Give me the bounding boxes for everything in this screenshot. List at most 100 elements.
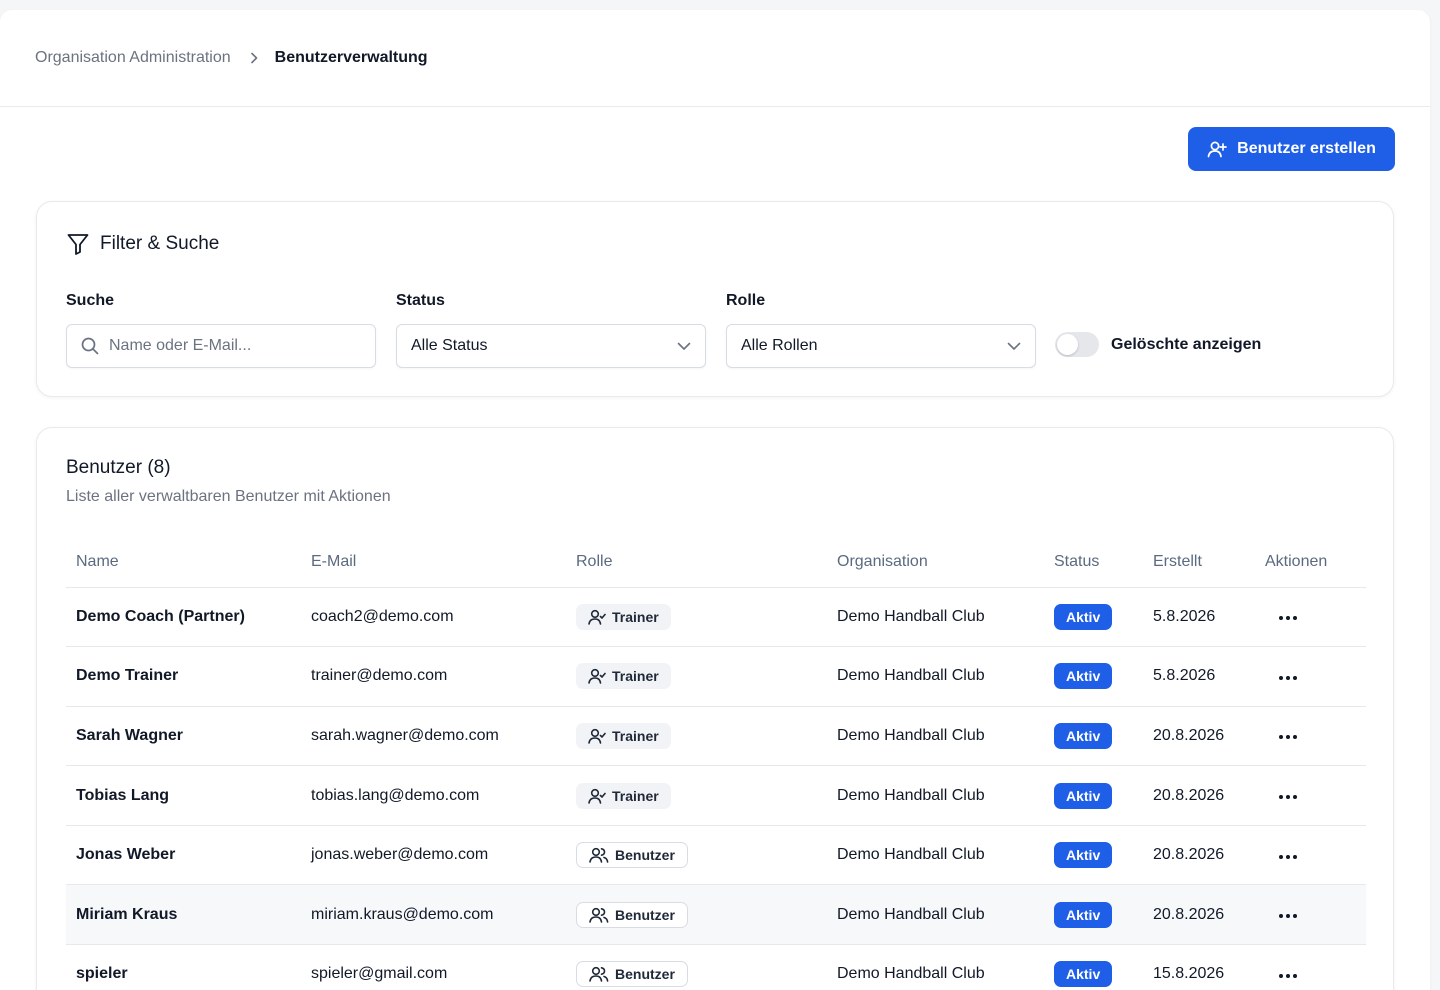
user-status-cell: Aktiv [1044, 884, 1143, 946]
more-actions-icon[interactable] [1277, 610, 1299, 626]
user-organisation: Demo Handball Club [827, 884, 1044, 946]
user-actions-cell [1255, 646, 1366, 707]
status-badge: Aktiv [1054, 961, 1113, 988]
create-user-button[interactable]: Benutzer erstellen [1188, 127, 1395, 171]
status-badge: Aktiv [1054, 842, 1113, 869]
status-badge: Aktiv [1054, 782, 1113, 809]
user-role-cell: Benutzer [566, 884, 827, 946]
table-row[interactable]: Sarah Wagner sarah.wagner@demo.com Trainer… [66, 706, 1366, 767]
role-badge-label: Trainer [612, 727, 659, 744]
filter-title: Filter & Suche [66, 232, 219, 256]
search-icon [81, 337, 99, 355]
role-badge: Trainer [576, 603, 671, 630]
table-row[interactable]: Demo Coach (Partner) coach2@demo.com Train… [66, 587, 1366, 648]
user-actions-cell [1255, 706, 1366, 767]
breadcrumb-parent-link[interactable]: Organisation Administration [35, 49, 231, 67]
user-created: 20.8.2026 [1143, 825, 1255, 886]
user-actions-cell [1255, 884, 1366, 946]
user-email: coach2@demo.com [301, 587, 566, 648]
user-created: 5.8.2026 [1143, 646, 1255, 707]
user-actions-cell [1255, 765, 1366, 826]
table-row[interactable]: Demo Trainer trainer@demo.com Trainer Demo … [66, 646, 1366, 707]
users-table-body: Demo Coach (Partner) coach2@demo.com Train… [66, 587, 1366, 990]
user-organisation: Demo Handball Club [827, 944, 1044, 990]
column-header-email[interactable]: E-Mail [301, 538, 566, 588]
status-badge: Aktiv [1054, 603, 1113, 630]
column-header-organisation[interactable]: Organisation [827, 538, 1044, 588]
chevron-down-icon [1007, 342, 1021, 351]
user-check-icon [588, 668, 606, 685]
user-name: spieler [66, 944, 301, 990]
column-header-status[interactable]: Status [1044, 538, 1143, 588]
show-deleted-toggle[interactable] [1055, 332, 1099, 357]
role-badge-label: Trainer [612, 608, 659, 625]
more-actions-icon[interactable] [1277, 729, 1299, 745]
user-email: sarah.wagner@demo.com [301, 706, 566, 767]
user-name: Demo Trainer [66, 646, 301, 707]
more-actions-icon[interactable] [1277, 670, 1299, 686]
user-status-cell: Aktiv [1044, 765, 1143, 826]
user-role-cell: Trainer [566, 765, 827, 826]
user-created: 20.8.2026 [1143, 765, 1255, 826]
filter-card: Filter & Suche Suche Name oder E-Mail...… [36, 201, 1394, 397]
more-actions-icon[interactable] [1277, 908, 1299, 924]
status-select[interactable]: Alle Status [396, 324, 706, 368]
user-name: Tobias Lang [66, 765, 301, 826]
breadcrumb-current: Benutzerverwaltung [274, 49, 428, 66]
role-badge-label: Benutzer [615, 966, 675, 983]
status-badge: Aktiv [1054, 663, 1113, 690]
user-created: 5.8.2026 [1143, 587, 1255, 648]
users-icon [589, 966, 609, 983]
table-header-row: Name E-Mail Rolle Organisation Status Er… [66, 538, 1366, 588]
role-badge-label: Benutzer [615, 906, 675, 923]
user-role-cell: Trainer [566, 646, 827, 707]
user-role-cell: Trainer [566, 587, 827, 648]
role-label: Rolle [726, 292, 766, 309]
users-title: Benutzer (8) [66, 457, 171, 478]
column-header-actions: Aktionen [1255, 538, 1366, 588]
user-role-cell: Benutzer [566, 944, 827, 990]
more-actions-icon[interactable] [1277, 968, 1299, 984]
user-organisation: Demo Handball Club [827, 706, 1044, 767]
role-select[interactable]: Alle Rollen [726, 324, 1036, 368]
table-row[interactable]: spieler spieler@gmail.com Benutzer Demo Han… [66, 944, 1366, 990]
table-row[interactable]: Tobias Lang tobias.lang@demo.com Trainer De… [66, 765, 1366, 826]
users-card: Benutzer (8) Liste aller verwaltbaren Be… [36, 427, 1394, 990]
column-header-role[interactable]: Rolle [566, 538, 827, 588]
user-email: miriam.kraus@demo.com [301, 884, 566, 946]
user-role-cell: Trainer [566, 706, 827, 767]
search-label: Suche [66, 292, 115, 309]
breadcrumb: Organisation Administration Benutzerverw… [0, 10, 1430, 107]
more-actions-icon[interactable] [1277, 849, 1299, 865]
filter-icon [66, 232, 90, 256]
user-email: jonas.weber@demo.com [301, 825, 566, 886]
column-header-name[interactable]: Name [66, 538, 301, 588]
more-actions-icon[interactable] [1277, 789, 1299, 805]
table-row[interactable]: Jonas Weber jonas.weber@demo.com Benutzer D… [66, 825, 1366, 886]
user-created: 20.8.2026 [1143, 706, 1255, 767]
user-status-cell: Aktiv [1044, 706, 1143, 767]
user-name: Miriam Kraus [66, 884, 301, 946]
status-badge: Aktiv [1054, 722, 1113, 749]
user-organisation: Demo Handball Club [827, 646, 1044, 707]
chevron-down-icon [677, 342, 691, 351]
user-status-cell: Aktiv [1044, 587, 1143, 648]
user-actions-cell [1255, 944, 1366, 990]
user-check-icon [588, 788, 606, 804]
user-organisation: Demo Handball Club [827, 587, 1044, 648]
role-badge: Trainer [576, 663, 671, 690]
create-user-button-label: Benutzer erstellen [1237, 140, 1376, 157]
column-header-created[interactable]: Erstellt [1143, 538, 1255, 588]
show-deleted-label: Gelöschte anzeigen [1111, 335, 1262, 353]
user-status-cell: Aktiv [1044, 646, 1143, 707]
search-input[interactable]: Name oder E-Mail... [66, 324, 376, 368]
users-icon [589, 847, 609, 863]
users-table: Name E-Mail Rolle Organisation Status Er… [66, 538, 1366, 990]
search-placeholder: Name oder E-Mail... [109, 337, 252, 354]
table-row[interactable]: Miriam Kraus miriam.kraus@demo.com Benutze… [66, 884, 1366, 946]
user-status-cell: Aktiv [1044, 944, 1143, 990]
user-actions-cell [1255, 587, 1366, 648]
user-name: Jonas Weber [66, 825, 301, 886]
user-organisation: Demo Handball Club [827, 765, 1044, 826]
user-name: Demo Coach (Partner) [66, 587, 301, 648]
